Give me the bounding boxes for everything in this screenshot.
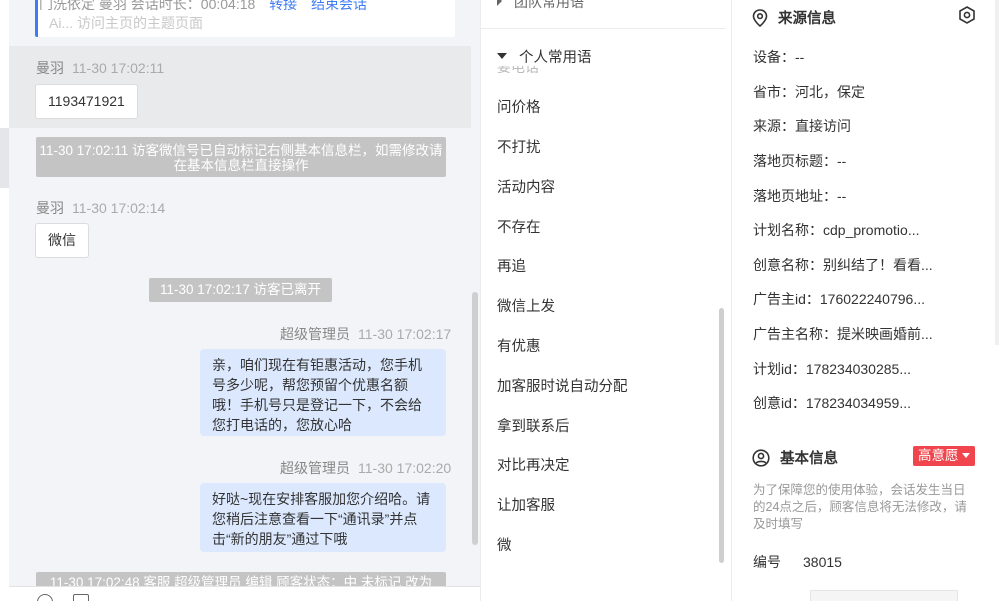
field-source: 来源：直接访问 <box>753 118 851 134</box>
divider <box>481 28 726 29</box>
visitor-message-bubble[interactable]: 微信 <box>35 223 89 258</box>
phrase-item[interactable]: 有优惠 <box>497 335 541 356</box>
number-label: 编号 <box>753 554 781 570</box>
system-notice: 11-30 17:02:17 访客已离开 <box>149 278 332 302</box>
agent-message-bubble[interactable]: 亲，咱们现在有钜惠活动，您手机号多少呢，帮您预留个优惠名额哦！手机号只是登记一下… <box>200 349 446 436</box>
team-phrases-header[interactable]: 团队常用语 <box>497 0 584 12</box>
visitor-message-bubble[interactable]: 1193471921 <box>35 84 138 119</box>
sender-name: 曼羽 <box>36 60 64 76</box>
number-value: 38015 <box>803 554 842 570</box>
phrase-item[interactable]: 不存在 <box>497 216 541 237</box>
chevron-down-icon <box>497 53 507 60</box>
source-info-title: 来源信息 <box>778 11 836 27</box>
customer-number-row: 编号 38015 <box>753 552 842 572</box>
personal-phrases-label: 个人常用语 <box>519 50 592 66</box>
sender-name: 超级管理员 <box>280 326 350 342</box>
agent-message-bubble[interactable]: 好哒~现在安排客服加您介绍哈。请您稍后注意查看一下“通讯录”并点击“新的朋友”通… <box>200 483 446 552</box>
customer-info-panel: 来源信息 设备：-- 省市：河北，保定 来源：直接访问 落地页标题：-- 落地页… <box>731 0 999 601</box>
edit-deadline-notice: 为了保障您的使用体验，会话发生当日的24点之后，顾客信息将无法修改，请及时填写 <box>753 483 967 531</box>
phrase-item[interactable]: 微信上发 <box>497 295 555 316</box>
phrase-item[interactable]: 对比再决定 <box>497 454 570 475</box>
field-device: 设备：-- <box>753 49 805 65</box>
message-meta: 曼羽 11-30 17:02:14 <box>36 198 165 218</box>
transfer-link[interactable]: 转接 <box>269 0 297 12</box>
phrase-item-clipped[interactable]: 要电话 <box>497 66 539 73</box>
next-field-input[interactable] <box>810 590 958 601</box>
message-time: 11-30 17:02:11 <box>72 60 165 76</box>
personal-phrases-header[interactable]: 个人常用语 <box>497 46 592 66</box>
chevron-down-icon <box>961 452 970 458</box>
session-card-sub: Ai... 访问主页的主题页面 <box>49 15 204 31</box>
eye-settings-icon[interactable] <box>957 5 977 25</box>
chat-scrollbar[interactable] <box>472 292 478 545</box>
phrase-item[interactable]: 不打扰 <box>497 136 541 157</box>
phrase-item[interactable]: 让加客服 <box>497 494 555 515</box>
session-info: 门洗依定 曼羽 会话时长：00:04:18 <box>39 0 256 12</box>
left-edge-strip <box>0 128 9 188</box>
chat-panel: 门洗依定 曼羽 会话时长：00:04:18 转接 结束会话 Ai... 访问主页… <box>9 0 480 601</box>
field-plan-id: 计划id：178234030285... <box>753 361 911 377</box>
phrase-item[interactable]: 拿到联系后 <box>497 415 570 436</box>
message-time: 11-30 17:02:17 <box>358 326 452 342</box>
phrases-scrollbar[interactable] <box>719 308 724 563</box>
field-creative-id: 创意id：178234034959... <box>753 395 911 411</box>
location-pin-icon <box>752 8 768 27</box>
system-notice: 11-30 17:02:11 访客微信号已自动标记右侧基本信息栏，如需修改请在基… <box>36 137 446 177</box>
field-creative-name: 创意名称：别纠结了！看看... <box>753 257 933 273</box>
team-phrases-label: 团队常用语 <box>514 0 584 10</box>
end-session-link[interactable]: 结束会话 <box>311 0 367 12</box>
field-landing-title: 落地页标题：-- <box>753 153 847 169</box>
sender-name: 曼羽 <box>36 200 64 216</box>
field-province-city: 省市：河北，保定 <box>753 84 865 100</box>
source-info-header: 来源信息 <box>752 7 836 28</box>
message-meta: 超级管理员 11-30 17:02:17 <box>280 324 451 344</box>
phrase-item[interactable]: 活动内容 <box>497 176 555 197</box>
sender-name: 超级管理员 <box>280 460 350 476</box>
phrase-item[interactable]: 微 <box>497 534 512 555</box>
message-meta: 曼羽 11-30 17:02:11 <box>36 58 164 78</box>
image-icon[interactable] <box>73 594 89 601</box>
basic-info-header: 基本信息 <box>752 447 838 468</box>
field-advertiser-name: 广告主名称：提米映画婚前... <box>753 326 933 342</box>
root: 门洗依定 曼羽 会话时长：00:04:18 转接 结束会话 Ai... 访问主页… <box>0 0 999 601</box>
user-circle-icon <box>752 448 770 467</box>
phrase-item[interactable]: 问价格 <box>497 96 541 117</box>
message-time: 11-30 17:02:20 <box>358 460 452 476</box>
info-scrollbar[interactable] <box>995 0 999 345</box>
field-landing-url: 落地页地址：-- <box>753 188 847 204</box>
basic-info-title: 基本信息 <box>780 451 838 467</box>
chevron-right-icon <box>497 0 502 7</box>
intent-level-dropdown[interactable]: 高意愿 <box>913 446 975 466</box>
field-advertiser-id: 广告主id：176022240796... <box>753 291 925 307</box>
quick-phrases-panel: 团队常用语 个人常用语 要电话 问价格 不打扰 活动内容 不存在 再追 微信上发… <box>480 0 730 601</box>
intent-level-label: 高意愿 <box>918 448 959 463</box>
phrase-item[interactable]: 再追 <box>497 255 526 276</box>
phrase-item[interactable]: 加客服时说自动分配 <box>497 375 628 396</box>
message-meta: 超级管理员 11-30 17:02:20 <box>280 458 451 478</box>
session-card-text: 门洗依定 曼羽 会话时长：00:04:18 转接 结束会话 <box>39 0 367 14</box>
field-plan-name: 计划名称：cdp_promotio... <box>753 222 920 238</box>
message-time: 11-30 17:02:14 <box>72 200 166 216</box>
